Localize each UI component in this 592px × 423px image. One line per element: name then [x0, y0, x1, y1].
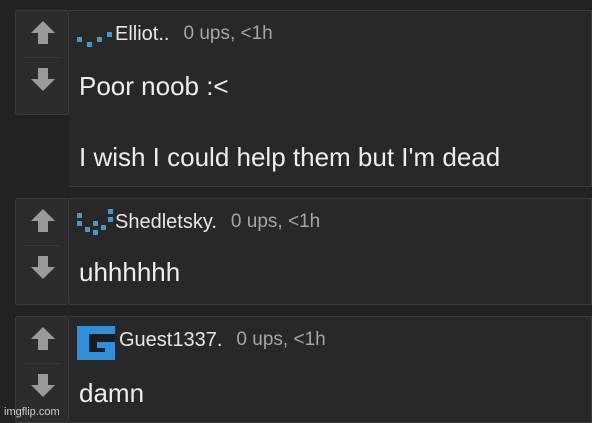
vote-divider	[24, 57, 60, 58]
vote-column	[15, 10, 69, 115]
vote-divider	[24, 245, 60, 246]
downvote-button[interactable]	[24, 369, 62, 403]
avatar[interactable]	[77, 21, 113, 47]
avatar[interactable]	[77, 209, 113, 235]
downvote-button[interactable]	[24, 63, 62, 97]
comment-body: Guest1337. 0 ups, <1h damn	[69, 316, 592, 423]
comment-meta: 0 ups, <1h	[236, 329, 326, 350]
downvote-button[interactable]	[24, 251, 62, 285]
avatar-logo-icon	[77, 326, 115, 360]
comment-text-line-1: uhhhhhh	[79, 257, 181, 287]
arrow-up-icon	[31, 209, 55, 232]
comment-1: Elliot.. 0 ups, <1h Poor noob :< I wish …	[0, 10, 592, 187]
comment-header: Guest1337. 0 ups, <1h	[77, 326, 326, 360]
comment-meta: 0 ups, <1h	[230, 211, 321, 232]
comment-body: Elliot.. 0 ups, <1h Poor noob :< I wish …	[69, 10, 592, 187]
arrow-down-icon	[31, 68, 55, 91]
vote-column	[15, 198, 69, 305]
comment-2: Shedletsky. 0 ups, <1h uhhhhhh	[0, 198, 592, 305]
comment-text-line-1: Poor noob :<	[79, 71, 229, 101]
comment-header: Shedletsky. 0 ups, <1h	[77, 209, 320, 235]
username[interactable]: Elliot..	[115, 23, 169, 46]
upvote-button[interactable]	[24, 15, 62, 49]
comment-text-line-2: I wish I could help them but I'm dead	[79, 142, 501, 172]
watermark: imgflip.com	[4, 406, 60, 418]
username[interactable]: Shedletsky.	[115, 211, 217, 234]
arrow-up-icon	[31, 21, 55, 44]
comment-header: Elliot.. 0 ups, <1h	[77, 21, 273, 47]
upvote-button[interactable]	[24, 203, 62, 237]
avatar[interactable]	[77, 326, 117, 360]
arrow-down-icon	[31, 256, 55, 279]
comment-body: Shedletsky. 0 ups, <1h uhhhhhh	[69, 198, 592, 305]
vote-divider	[24, 363, 60, 364]
comment-meta: 0 ups, <1h	[183, 23, 273, 44]
username[interactable]: Guest1337.	[119, 329, 222, 352]
arrow-down-icon	[31, 374, 55, 397]
comment-3: Guest1337. 0 ups, <1h damn	[0, 316, 592, 423]
comment-text-line-1: damn	[79, 378, 145, 408]
upvote-button[interactable]	[24, 321, 62, 355]
arrow-up-icon	[31, 327, 55, 350]
